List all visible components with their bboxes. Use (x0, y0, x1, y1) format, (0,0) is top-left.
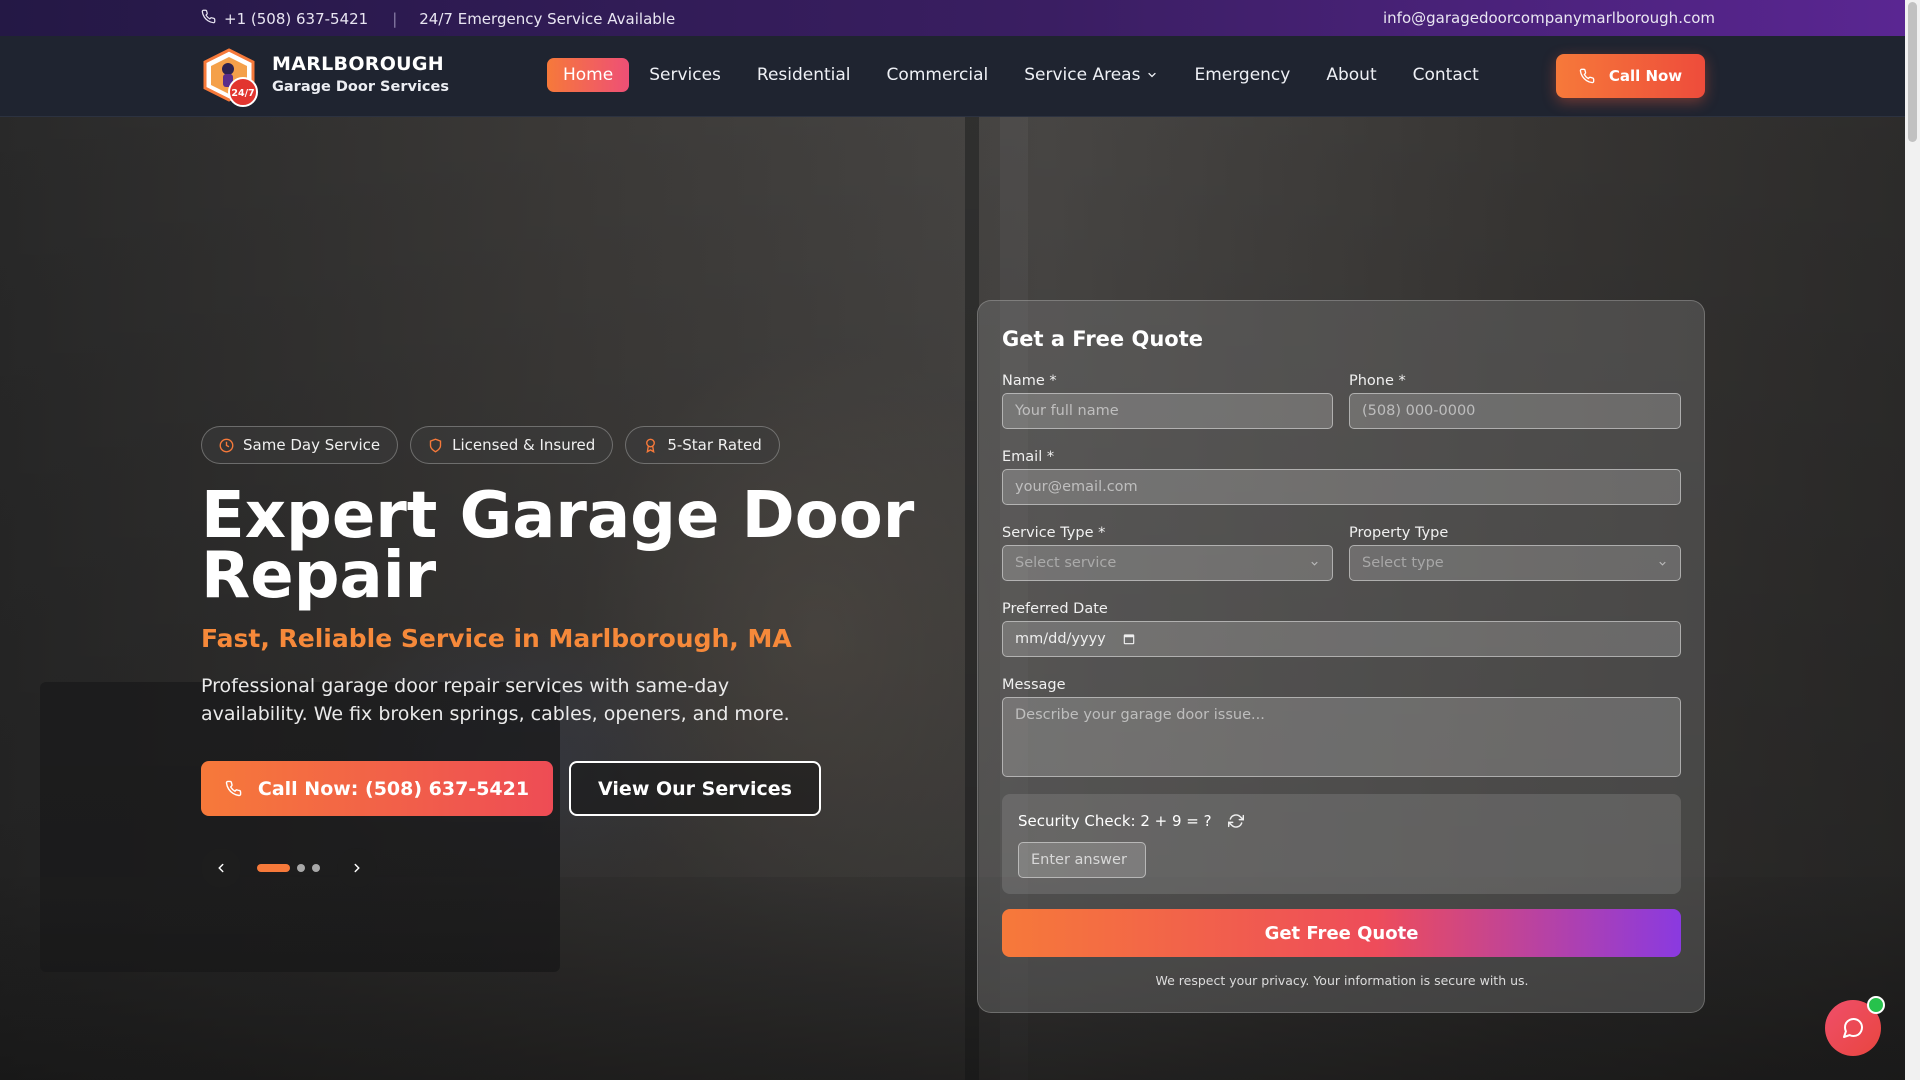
property-type-select[interactable]: Select type (1349, 545, 1681, 581)
message-textarea[interactable]: Describe your garage door issue... (1002, 697, 1681, 777)
security-check: Security Check: 2 + 9 = ? Enter answer (1002, 794, 1681, 894)
call-now-label: Call Now (1608, 67, 1683, 85)
chat-bubble-icon (1843, 1017, 1864, 1038)
brand-name: MARLBOROUGH (272, 53, 444, 75)
phone-icon (225, 780, 242, 797)
slider-dot-2[interactable] (297, 864, 305, 872)
svg-text:24/7: 24/7 (231, 88, 254, 99)
badge-licensed: Licensed & Insured (410, 426, 614, 464)
call-now-button[interactable]: Call Now (1556, 54, 1705, 98)
preferred-date-input[interactable]: mm/dd/yyyy (1002, 621, 1681, 657)
message-label: Message (1002, 677, 1066, 693)
nav-menu: Home Services Residential Commercial Ser… (547, 58, 1499, 92)
get-free-quote-label: Get Free Quote (1264, 922, 1419, 944)
shield-icon (429, 438, 442, 453)
security-answer-input[interactable]: Enter answer (1018, 842, 1146, 878)
online-status-indicator (1867, 996, 1885, 1014)
badge-five-star: 5-Star Rated (625, 426, 780, 464)
quote-form: Get a Free Quote Name * Your full name P… (977, 300, 1705, 1013)
chevron-down-icon (1659, 561, 1666, 566)
view-services-label: View Our Services (598, 777, 792, 800)
hero-call-label: Call Now: (508) 637-5421 (257, 777, 530, 800)
nav-item-service-areas[interactable]: Service Areas (1008, 58, 1174, 92)
scrollbar-thumb[interactable] (1908, 2, 1917, 142)
email-input[interactable]: your@email.com (1002, 469, 1681, 505)
service-type-label: Service Type * (1002, 525, 1106, 541)
page-scrollbar[interactable] (1905, 0, 1920, 1080)
hero-title: Expert Garage Door Repair (201, 479, 915, 613)
security-question: Security Check: 2 + 9 = ? (1018, 812, 1212, 830)
preferred-date-label: Preferred Date (1002, 601, 1108, 617)
top-bar-separator: | (392, 9, 398, 28)
service-type-select[interactable]: Select service (1002, 545, 1333, 581)
get-free-quote-button[interactable]: Get Free Quote (1002, 909, 1681, 957)
chat-button[interactable] (1825, 996, 1885, 1056)
calendar-icon (1123, 634, 1135, 645)
hero-description: Professional garage door repair services… (201, 675, 790, 725)
slider-next-button[interactable] (337, 848, 377, 888)
badge-same-day: Same Day Service (201, 426, 399, 464)
phone-label: Phone * (1349, 373, 1406, 389)
slider-dot-1[interactable] (257, 864, 290, 872)
logo-icon[interactable]: 24/7 (201, 47, 263, 109)
nav-item-residential[interactable]: Residential (741, 58, 867, 92)
top-bar-emergency: 24/7 Emergency Service Available (419, 9, 676, 28)
nav-item-about[interactable]: About (1310, 58, 1392, 92)
phone-icon (1579, 68, 1595, 84)
chevron-left-icon (218, 863, 224, 873)
slider-dot-3[interactable] (312, 864, 320, 872)
top-bar-email[interactable]: info@garagedoorcompanymarlborough.com (1383, 9, 1715, 27)
quote-form-title: Get a Free Quote (1002, 327, 1203, 351)
phone-icon (201, 9, 216, 28)
hero-badges: Same Day Service Licensed & Insured 5-St… (201, 426, 792, 464)
refresh-icon[interactable] (1227, 813, 1244, 829)
property-type-label: Property Type (1349, 525, 1449, 541)
nav-item-services[interactable]: Services (633, 58, 737, 92)
email-label: Email * (1002, 449, 1055, 465)
nav-item-emergency[interactable]: Emergency (1178, 58, 1306, 92)
hero-subtitle: Fast, Reliable Service in Marlborough, M… (201, 624, 792, 653)
clock-icon (219, 438, 234, 452)
chevron-down-icon (1311, 561, 1318, 566)
name-input[interactable]: Your full name (1002, 393, 1333, 429)
name-label: Name * (1002, 373, 1057, 389)
privacy-note: We respect your privacy. Your informatio… (1155, 973, 1529, 988)
nav-item-home[interactable]: Home (547, 58, 630, 92)
award-icon (646, 438, 656, 453)
hero-call-button[interactable]: Call Now: (508) 637-5421 (201, 761, 553, 816)
brand[interactable]: MARLBOROUGH Garage Door Services (272, 53, 449, 95)
chevron-right-icon (354, 863, 360, 873)
view-services-button[interactable]: View Our Services (569, 761, 821, 816)
slider-dots (257, 864, 327, 872)
brand-tagline: Garage Door Services (272, 79, 449, 95)
main-navigation: 24/7 MARLBOROUGH Garage Door Services Ho… (0, 36, 1905, 117)
top-bar-phone[interactable]: +1 (508) 637-5421 (224, 10, 368, 28)
slider-prev-button[interactable] (201, 848, 241, 888)
nav-item-commercial[interactable]: Commercial (871, 58, 1005, 92)
top-bar-left: +1 (508) 637-5421 | 24/7 Emergency Servi… (201, 9, 675, 28)
nav-item-contact[interactable]: Contact (1397, 58, 1495, 92)
top-bar: +1 (508) 637-5421 | 24/7 Emergency Servi… (0, 0, 1905, 36)
phone-input[interactable]: (508) 000-0000 (1349, 393, 1681, 429)
chevron-down-icon (1146, 69, 1158, 81)
